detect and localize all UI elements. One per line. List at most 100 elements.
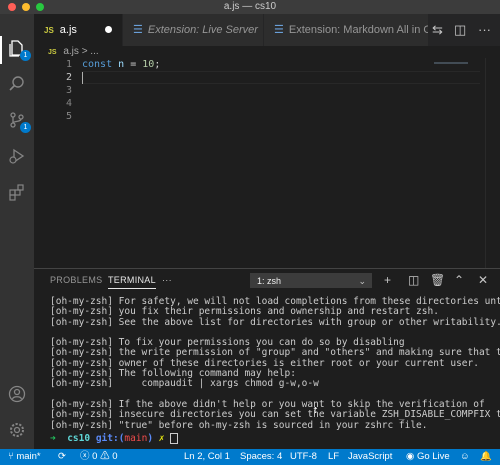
compare-changes-icon[interactable]: ⇆: [432, 22, 443, 38]
feedback-icon[interactable]: ☺: [460, 449, 470, 465]
prompt-arrow-icon: ➜: [50, 432, 56, 444]
code-operator: =: [130, 59, 137, 70]
chevron-down-icon: ⌄: [358, 276, 366, 286]
split-editor-icon[interactable]: ◫: [454, 22, 466, 38]
extension-file-icon: ☰: [133, 24, 143, 36]
split-terminal-icon[interactable]: ◫: [408, 273, 419, 287]
more-actions-icon[interactable]: ···: [478, 22, 491, 37]
minimap[interactable]: [434, 62, 468, 64]
code-semicolon: ;: [154, 59, 161, 70]
indentation[interactable]: Spaces: 4: [240, 449, 282, 465]
maximize-panel-icon[interactable]: ⌃: [454, 273, 464, 287]
trash-icon[interactable]: 🗑: [430, 273, 445, 287]
prompt-directory: cs10: [67, 432, 91, 444]
gear-icon[interactable]: [7, 420, 27, 440]
terminal-prompt[interactable]: ➜ cs10 git:(main) ✗: [50, 432, 486, 444]
warning-count: 0: [112, 451, 118, 462]
panel-more-icon[interactable]: ···: [162, 275, 172, 285]
close-window-button[interactable]: [8, 3, 16, 11]
mouse-pointer-icon: ⇡: [312, 403, 319, 416]
code-lines[interactable]: const n = 10;: [82, 58, 480, 123]
window-title: a.js — cs10: [223, 1, 277, 12]
code-keyword: const: [82, 59, 113, 70]
line-number: 1: [65, 59, 72, 70]
tab-extension-live-server[interactable]: ☰ Extension: Live Server: [123, 14, 263, 46]
source-control-badge: 1: [20, 122, 31, 133]
tab-extension-markdown[interactable]: ☰ Extension: Markdown All in One: [264, 14, 428, 46]
terminal-output[interactable]: [oh-my-zsh] For safety, we will not load…: [50, 296, 500, 447]
bell-icon[interactable]: 🔔: [480, 449, 492, 465]
tab-a-js[interactable]: JS a.js: [34, 14, 122, 46]
zoom-window-button[interactable]: [36, 3, 44, 11]
end-of-line[interactable]: LF: [328, 449, 339, 465]
minimize-window-button[interactable]: [22, 3, 30, 11]
text-cursor: [82, 72, 83, 84]
prompt-git: git:(: [95, 432, 125, 444]
code-line[interactable]: [82, 84, 480, 97]
line-number-gutter: 1 2 3 4 5: [34, 58, 72, 123]
sync-icon[interactable]: ⟳: [58, 449, 66, 465]
branch-status[interactable]: ⑂ main*: [8, 449, 41, 465]
explorer-icon[interactable]: 1: [7, 38, 31, 61]
code-number: 10: [142, 59, 155, 70]
editor-actions: ⇆ ◫ ···: [428, 14, 500, 46]
tab-problems[interactable]: PROBLEMS: [50, 275, 102, 285]
prompt-git-close: ): [147, 432, 154, 444]
extension-file-icon: ☰: [274, 24, 284, 36]
code-line[interactable]: [82, 97, 480, 110]
error-icon: ⓧ: [80, 451, 90, 462]
explorer-badge: 1: [20, 50, 31, 61]
source-control-icon[interactable]: 1: [7, 110, 31, 133]
line-number: 4: [65, 98, 72, 109]
account-icon[interactable]: [7, 384, 27, 404]
breadcrumb-rest[interactable]: > ...: [82, 46, 99, 57]
editor-tabs: JS a.js ☰ Extension: Live Server ☰ Extensio…: [34, 14, 500, 46]
line-number: 3: [65, 85, 72, 96]
cursor-position[interactable]: Ln 2, Col 1: [184, 449, 230, 465]
title-bar: a.js — cs10: [0, 0, 500, 14]
breadcrumb: JS a.js > ...: [34, 46, 500, 58]
terminal-line: [oh-my-zsh] compaudit | xargs chmod g-w,…: [50, 378, 319, 390]
unsaved-dot-icon[interactable]: [105, 26, 112, 33]
run-debug-icon[interactable]: [7, 146, 27, 166]
terminal-select-value: 1: zsh: [257, 276, 282, 286]
line-number: 5: [65, 111, 72, 122]
code-line[interactable]: [82, 110, 480, 123]
panel-header: PROBLEMS TERMINAL ··· 1: zsh ⌄ + ◫ 🗑 ⌃ ✕: [34, 269, 500, 293]
tab-label: Extension: Markdown All in One: [288, 24, 428, 36]
extensions-icon[interactable]: [7, 182, 27, 202]
search-icon[interactable]: [7, 74, 27, 94]
prompt-dirty-icon: ✗: [158, 432, 165, 444]
terminal-select[interactable]: 1: zsh ⌄: [250, 273, 372, 288]
breadcrumb-file[interactable]: a.js: [63, 46, 79, 57]
code-editor[interactable]: 1 2 3 4 5 const n = 10;: [34, 58, 500, 268]
branch-name: main*: [16, 451, 41, 462]
code-line-current[interactable]: [82, 71, 480, 84]
terminal-line: [oh-my-zsh] "true" before oh-my-zsh is s…: [50, 419, 428, 431]
line-number: 2: [65, 72, 72, 83]
editor-scrollbar[interactable]: [485, 58, 500, 268]
code-line[interactable]: const n = 10;: [82, 58, 480, 71]
code-variable: n: [118, 59, 125, 70]
active-indicator: [0, 36, 2, 64]
close-panel-icon[interactable]: ✕: [478, 273, 488, 287]
language-mode[interactable]: JavaScript: [348, 449, 392, 465]
status-bar: ⑂ main* ⟳ ⓧ 0 ⚠ 0 Ln 2, Col 1 Spaces: 4 …: [0, 449, 500, 465]
terminal-line: [oh-my-zsh] See the above list for direc…: [50, 316, 500, 328]
javascript-file-icon: JS: [48, 49, 57, 56]
prompt-branch: main: [124, 432, 148, 444]
new-terminal-icon[interactable]: +: [384, 273, 391, 287]
terminal-cursor: [170, 432, 179, 444]
problems-status[interactable]: ⓧ 0 ⚠ 0: [80, 449, 118, 465]
go-live-button[interactable]: ◉ Go Live: [406, 449, 450, 465]
git-branch-icon: ⑂: [8, 451, 14, 462]
tab-terminal[interactable]: TERMINAL: [108, 275, 156, 289]
error-count: 0: [92, 451, 98, 462]
activity-bar: 1 1: [0, 14, 34, 449]
bottom-panel: PROBLEMS TERMINAL ··· 1: zsh ⌄ + ◫ 🗑 ⌃ ✕…: [34, 268, 500, 450]
tab-label: Extension: Live Server: [147, 24, 258, 36]
javascript-file-icon: JS: [44, 26, 54, 35]
broadcast-icon: ◉: [406, 451, 415, 462]
warning-icon: ⚠: [100, 451, 110, 462]
encoding[interactable]: UTF-8: [290, 449, 317, 465]
